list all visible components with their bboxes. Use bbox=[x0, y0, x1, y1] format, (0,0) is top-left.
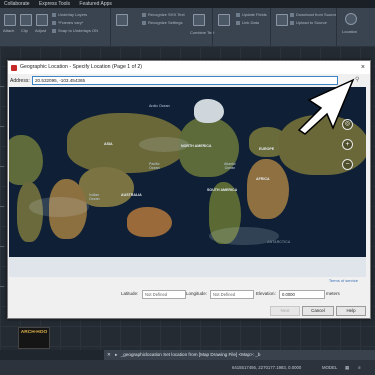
label-indian-ocean: Indian Ocean bbox=[89, 193, 100, 201]
close-icon[interactable]: ✕ bbox=[107, 352, 111, 357]
copyright: © 2020 Microsoft Corporation Terms bbox=[299, 271, 348, 275]
download-source-button[interactable]: Download from Source bbox=[290, 12, 337, 17]
scale-km: 5000 km bbox=[311, 265, 323, 269]
address-input[interactable] bbox=[32, 76, 338, 85]
label-arctic-ocean: Arctic Ocean bbox=[149, 104, 170, 108]
clip-button[interactable]: Clip bbox=[21, 28, 28, 33]
arch-hoo-logo: ARCH-HOO bbox=[18, 327, 50, 349]
menu-featured-apps[interactable]: Featured Apps bbox=[75, 0, 116, 8]
adjust-icon[interactable] bbox=[36, 14, 48, 26]
elevation-field[interactable]: 0.0000 bbox=[279, 290, 325, 299]
menu-express-tools[interactable]: Express Tools bbox=[35, 0, 74, 8]
label-north-america: NORTH AMERICA bbox=[181, 144, 212, 148]
label-antarctica: ANTARCTICA bbox=[267, 240, 291, 244]
model-toggle[interactable]: MODEL bbox=[322, 360, 337, 375]
globe-icon[interactable] bbox=[345, 13, 357, 25]
latitude-label: Latitude: bbox=[121, 291, 139, 296]
land-mass bbox=[194, 99, 224, 123]
location-button[interactable]: Location bbox=[342, 29, 357, 34]
settings-icon bbox=[142, 20, 146, 25]
adjust-button[interactable]: Adjust bbox=[35, 28, 46, 33]
recognize-settings-button[interactable]: Recognize Settings bbox=[142, 20, 182, 25]
terms-of-service-link[interactable]: Terms of service bbox=[9, 277, 366, 285]
frame-icon bbox=[52, 20, 56, 25]
help-button[interactable]: Help bbox=[336, 306, 366, 316]
label-asia: ASIA bbox=[104, 142, 113, 146]
dialog-titlebar[interactable]: Geographic Location - Specify Location (… bbox=[8, 61, 370, 74]
attach-button[interactable]: Attach bbox=[3, 28, 14, 33]
upload-icon bbox=[290, 20, 294, 25]
upload-source-button[interactable]: Upload to Source bbox=[290, 20, 327, 25]
label-pacific-ocean: Pacific Ocean bbox=[149, 162, 160, 170]
land-mass bbox=[127, 207, 172, 237]
grid-icon[interactable]: ▦ bbox=[345, 360, 349, 375]
extract-data-icon[interactable] bbox=[218, 14, 230, 26]
underlay-layers-button[interactable]: Underlay Layers bbox=[52, 12, 87, 17]
land-mass bbox=[9, 135, 43, 185]
download-icon bbox=[290, 12, 294, 17]
elevation-label: Elevation: bbox=[256, 291, 276, 296]
search-icon[interactable]: ⚲ bbox=[355, 76, 359, 83]
next-button[interactable]: Next bbox=[270, 306, 300, 316]
arrow-cursor-icon bbox=[297, 78, 355, 135]
combine-text-icon[interactable] bbox=[193, 14, 205, 26]
attach-icon[interactable] bbox=[4, 14, 16, 26]
cancel-button[interactable]: Cancel bbox=[302, 306, 334, 316]
label-europe: EUROPE bbox=[259, 147, 275, 151]
data-extraction-icon[interactable] bbox=[276, 14, 288, 26]
update-fields-button[interactable]: Update Fields bbox=[236, 12, 267, 17]
app-icon bbox=[11, 64, 17, 71]
land-mass bbox=[79, 167, 134, 207]
land-mass bbox=[247, 159, 289, 219]
close-icon[interactable]: × bbox=[361, 61, 365, 74]
dialog-title: Geographic Location - Specify Location (… bbox=[20, 64, 142, 70]
text-icon bbox=[142, 12, 146, 17]
label-australia: AUSTRALIA bbox=[121, 193, 142, 197]
link-icon bbox=[236, 20, 240, 25]
cursor-coords: 6415517456, 2270177.1983, 0.0000 bbox=[232, 365, 302, 370]
coordinates-row: Latitude: Not Defined Longitude: Not Def… bbox=[58, 289, 340, 299]
address-label: Address: bbox=[10, 78, 30, 84]
menu-bar: Collaborate Express Tools Featured Apps bbox=[0, 0, 375, 8]
ribbon: Attach Clip Adjust Underlay Layers *Fram… bbox=[0, 8, 375, 54]
import-pdf-icon[interactable] bbox=[116, 14, 128, 26]
recognize-shx-button[interactable]: Recognize SHX Text bbox=[142, 12, 185, 17]
clip-icon[interactable] bbox=[20, 14, 32, 26]
longitude-field[interactable]: Not Defined bbox=[210, 290, 254, 299]
elevation-unit: meters bbox=[326, 291, 340, 296]
frames-vary-select[interactable]: *Frames vary* bbox=[52, 20, 83, 25]
link-data-button[interactable]: Link Data bbox=[236, 20, 259, 25]
latitude-field[interactable]: Not Defined bbox=[142, 290, 186, 299]
menu-icon[interactable]: ≡ bbox=[358, 360, 361, 375]
command-text: _geographiclocation Set location from [M… bbox=[120, 352, 261, 357]
snap-icon bbox=[52, 28, 56, 33]
longitude-label: Longitude: bbox=[186, 291, 208, 296]
update-icon bbox=[236, 12, 240, 17]
menu-collaborate[interactable]: Collaborate bbox=[0, 0, 34, 8]
combine-text-button[interactable]: Combine Text bbox=[190, 30, 214, 35]
snap-underlays-button[interactable]: Snap to Underlays ON bbox=[52, 28, 98, 33]
label-atlantic-ocean: Atlantic Ocean bbox=[224, 162, 236, 170]
layers-icon bbox=[52, 12, 56, 17]
zoom-out-button[interactable]: − bbox=[342, 159, 353, 170]
prompt-icon: ▸ bbox=[115, 352, 118, 357]
zoom-in-button[interactable]: + bbox=[342, 139, 353, 150]
label-south-america: SOUTH AMERICA bbox=[207, 188, 238, 192]
status-bar: 6415517456, 2270177.1983, 0.0000 MODEL ▦… bbox=[0, 360, 375, 375]
command-line[interactable]: ✕ ▸ _geographiclocation Set location fro… bbox=[104, 350, 375, 360]
label-africa: AFRICA bbox=[256, 177, 270, 181]
